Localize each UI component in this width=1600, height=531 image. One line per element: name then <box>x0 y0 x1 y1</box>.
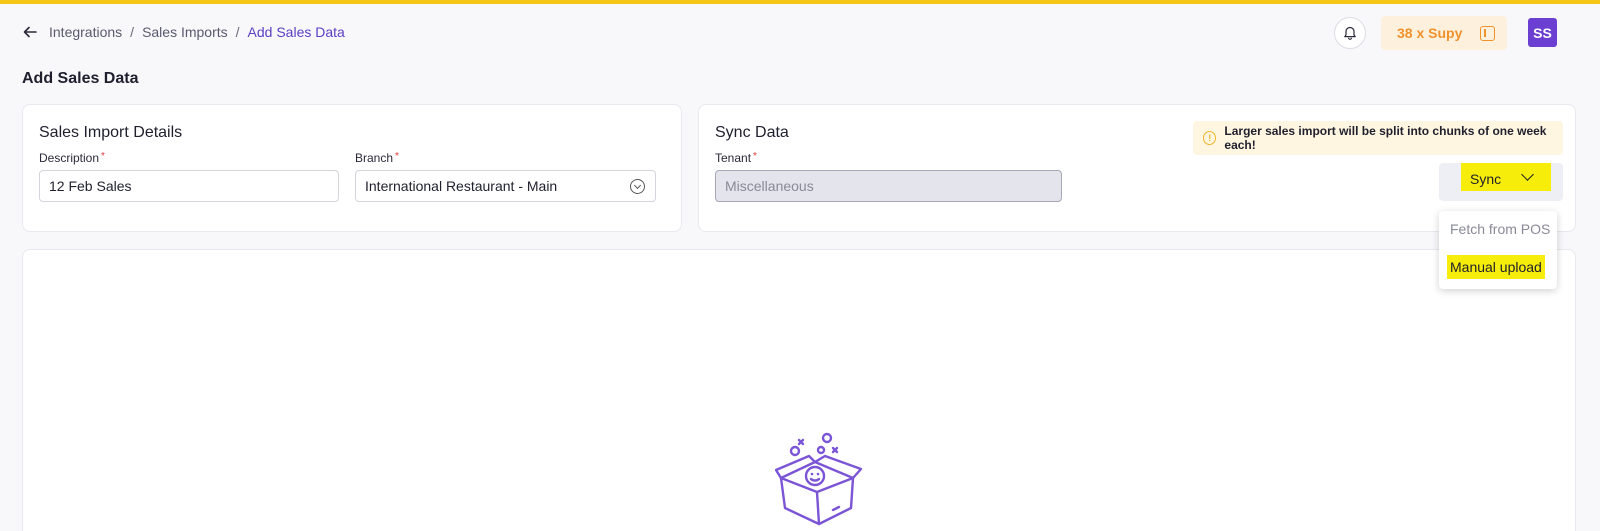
empty-box-icon <box>775 432 863 526</box>
sync-button[interactable]: Sync <box>1439 163 1563 201</box>
avatar[interactable]: SS <box>1528 18 1557 47</box>
description-label: Description * <box>39 151 105 165</box>
description-input[interactable]: 12 Feb Sales <box>39 170 339 202</box>
supy-credits-badge[interactable]: 38 x Supy <box>1381 16 1507 50</box>
required-marker: * <box>101 151 105 162</box>
info-icon: ! <box>1203 131 1217 145</box>
menu-item-fetch-from-pos[interactable]: Fetch from POS <box>1450 221 1550 237</box>
menu-item-manual-upload[interactable]: Manual upload <box>1447 255 1545 279</box>
chevron-down-icon <box>630 179 645 194</box>
tenant-field: Miscellaneous <box>715 170 1062 202</box>
upload-area-card <box>22 249 1576 531</box>
branch-value: International Restaurant - Main <box>365 178 558 194</box>
sync-button-label: Sync <box>1470 171 1502 187</box>
branch-label-text: Branch <box>355 151 394 165</box>
branch-select[interactable]: International Restaurant - Main <box>355 170 656 202</box>
supy-credits-label: 38 x Supy <box>1397 25 1463 41</box>
breadcrumb-current: Add Sales Data <box>247 24 345 40</box>
description-value: 12 Feb Sales <box>49 178 132 194</box>
description-label-text: Description <box>39 151 100 165</box>
sync-dropdown-menu: Fetch from POS Manual upload <box>1439 211 1557 289</box>
split-warning-alert: ! Larger sales import will be split into… <box>1193 121 1563 155</box>
breadcrumb-separator: / <box>235 24 240 40</box>
branch-label: Branch * <box>355 151 399 165</box>
back-arrow-icon[interactable] <box>22 24 38 40</box>
notifications-button[interactable] <box>1334 17 1366 49</box>
required-marker: * <box>753 151 757 162</box>
breadcrumb: Integrations / Sales Imports / Add Sales… <box>49 24 345 40</box>
bell-icon <box>1344 26 1356 40</box>
breadcrumb-separator: / <box>130 24 135 40</box>
breadcrumb-integrations[interactable]: Integrations <box>49 24 122 40</box>
tenant-value: Miscellaneous <box>725 178 814 194</box>
sales-import-details-card: Sales Import Details Description * 12 Feb… <box>22 104 682 232</box>
tenant-label: Tenant * <box>715 151 757 165</box>
details-card-title: Sales Import Details <box>39 124 183 141</box>
page-title: Add Sales Data <box>22 70 139 87</box>
tenant-label-text: Tenant <box>715 151 752 165</box>
sync-card-title: Sync Data <box>715 124 789 141</box>
required-marker: * <box>395 151 399 162</box>
header: Integrations / Sales Imports / Add Sales… <box>0 4 1600 62</box>
alert-text: Larger sales import will be split into c… <box>1224 124 1547 152</box>
breadcrumb-sales-imports[interactable]: Sales Imports <box>142 24 228 40</box>
panel-icon <box>1480 25 1496 41</box>
